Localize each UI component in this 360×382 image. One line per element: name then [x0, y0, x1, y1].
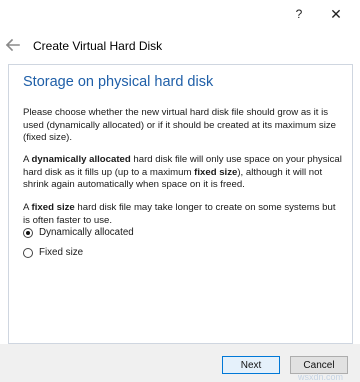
text-span: A — [23, 154, 32, 165]
radio-label[interactable]: Dynamically allocated — [39, 227, 134, 238]
watermark: wsxdn.com — [298, 372, 344, 382]
bold-term: fixed size — [194, 166, 238, 178]
help-button[interactable]: ? — [287, 4, 311, 24]
radio-button-selected[interactable] — [23, 228, 33, 238]
radio-dot — [26, 231, 30, 235]
wizard-title: Create Virtual Hard Disk — [33, 39, 163, 53]
radio-button[interactable] — [23, 248, 33, 258]
back-arrow-icon[interactable] — [4, 36, 24, 54]
description-paragraph: Please choose whether the new virtual ha… — [23, 107, 336, 144]
bold-term: dynamically allocated — [31, 154, 131, 165]
page-heading: Storage on physical hard disk — [23, 74, 214, 90]
dynamic-explanation-paragraph: A dynamically allocated hard disk file w… — [23, 154, 345, 192]
wizard-header: Create Virtual Hard Disk — [0, 30, 360, 62]
title-bar: ? ✕ — [0, 0, 360, 30]
next-button[interactable]: Next — [222, 356, 280, 374]
text-span: A — [23, 202, 32, 213]
close-button[interactable]: ✕ — [322, 4, 350, 24]
radio-label[interactable]: Fixed size — [39, 247, 83, 258]
create-virtual-hard-disk-dialog: ? ✕ Create Virtual Hard Disk Storage on … — [0, 0, 360, 382]
bold-term: fixed size — [31, 202, 75, 213]
wizard-page: Storage on physical hard disk Please cho… — [8, 64, 353, 344]
fixed-explanation-paragraph: A fixed size hard disk file may take lon… — [23, 202, 345, 227]
